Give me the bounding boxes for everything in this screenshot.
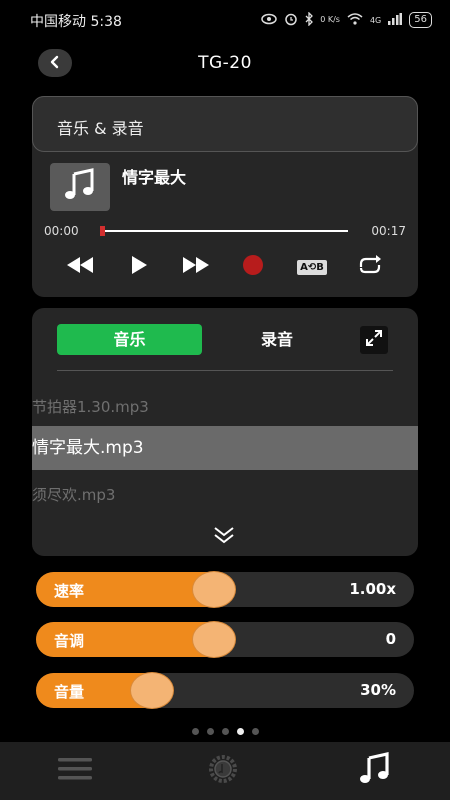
slider-knob[interactable]: [192, 621, 236, 658]
player-card: 音乐 & 录音 情字最大 00:00 00:17 A⟲B: [32, 96, 418, 297]
show-more-button[interactable]: [213, 526, 235, 548]
slider-label: 音调: [54, 632, 85, 650]
page-indicator: [0, 728, 450, 735]
carrier-time: 中国移动 5:38: [30, 14, 122, 30]
bottom-nav: [0, 742, 450, 800]
pitch-slider[interactable]: 音调 0: [36, 621, 414, 658]
menu-icon: [58, 757, 92, 785]
playlist-card: 音乐 录音 节拍器1.30.mp3 情字最大.mp3 须尽欢.mp3: [32, 308, 418, 556]
status-icons: 0 K/s 4G 56: [261, 10, 432, 30]
slider-label: 速率: [54, 582, 85, 600]
battery-indicator: 56: [409, 12, 432, 28]
wifi-icon: [347, 12, 363, 28]
expand-button[interactable]: [360, 326, 388, 354]
page-dot: [206, 728, 214, 735]
slider-value: 1.00x: [349, 580, 396, 598]
record-icon: [242, 254, 264, 280]
page-title: TG-20: [198, 53, 252, 73]
nav-menu[interactable]: [52, 742, 98, 800]
progress-thumb[interactable]: [100, 226, 105, 236]
slider-value: 30%: [360, 681, 396, 699]
signal-icon: [388, 12, 403, 28]
double-chevron-down-icon: [213, 527, 235, 548]
signal-label: 4G: [369, 15, 382, 25]
record-button[interactable]: [238, 252, 268, 282]
speed-slider[interactable]: 速率 1.00x: [36, 571, 414, 608]
loop-button[interactable]: [354, 252, 386, 282]
rewind-icon: [65, 256, 95, 278]
slider-label: 音量: [54, 683, 85, 701]
slider-value: 0: [385, 630, 396, 648]
album-art: [50, 163, 110, 211]
expand-icon: [364, 328, 384, 352]
header: TG-20: [0, 40, 450, 86]
section-title: 音乐 & 录音: [57, 119, 144, 138]
list-item[interactable]: 节拍器1.30.mp3: [32, 396, 418, 417]
ab-repeat-label: A⟲B: [297, 259, 327, 275]
fast-forward-button[interactable]: [178, 252, 214, 282]
page-dot: [191, 728, 199, 735]
net-speed: 0 K/s: [320, 15, 340, 24]
play-icon: [130, 255, 148, 279]
repeat-icon: [357, 254, 383, 280]
list-item[interactable]: 须尽欢.mp3: [32, 484, 418, 505]
eye-icon: [261, 13, 277, 28]
rewind-button[interactable]: [62, 252, 98, 282]
play-button[interactable]: [124, 252, 154, 282]
page-dot: [221, 728, 229, 735]
page-dot-active: [236, 728, 244, 735]
progress-track[interactable]: [102, 230, 348, 232]
current-song-title: 情字最大: [122, 168, 187, 187]
music-note-icon: [358, 752, 392, 790]
time-total: 00:17: [371, 224, 406, 238]
nav-music[interactable]: [352, 742, 398, 800]
tab-music[interactable]: 音乐: [57, 324, 202, 355]
time-current: 00:00: [44, 224, 79, 238]
volume-slider[interactable]: 音量 30%: [36, 672, 414, 709]
tab-recording[interactable]: 录音: [232, 324, 322, 355]
music-note-icon: [63, 168, 97, 206]
fast-forward-icon: [181, 256, 211, 278]
playback-controls: A⟲B: [32, 252, 418, 282]
gear-dial-icon: [205, 751, 241, 791]
slider-knob[interactable]: [192, 571, 236, 608]
section-header: 音乐 & 录音: [32, 96, 418, 152]
page-dot: [251, 728, 259, 735]
nav-metronome[interactable]: [200, 742, 246, 800]
divider: [57, 370, 393, 371]
slider-knob[interactable]: [129, 672, 174, 709]
status-bar: 中国移动 5:38 0 K/s 4G 56: [0, 0, 450, 40]
bluetooth-icon: [305, 10, 314, 29]
list-item-selected[interactable]: 情字最大.mp3: [32, 426, 418, 470]
ab-repeat-button[interactable]: A⟲B: [292, 252, 332, 282]
alarm-icon: [284, 12, 298, 29]
